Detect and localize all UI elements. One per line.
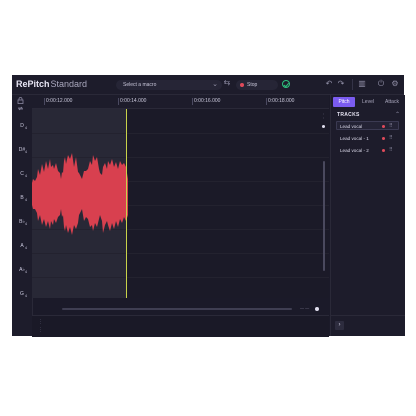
vertical-scrollbar[interactable] xyxy=(323,161,325,271)
undo-icon[interactable]: ↶ xyxy=(324,79,334,88)
note-ruler: D 4 D# 4 C 4 B 4 B♭ 4 A 4 A♭ 4 G 4 xyxy=(12,95,33,336)
redo-icon[interactable]: ↷ xyxy=(336,79,346,88)
time-tick: 0:00:18.000 xyxy=(265,98,295,105)
note-label: A xyxy=(20,243,24,249)
tab-pitch[interactable]: Pitch xyxy=(333,97,355,107)
note-octave: 4 xyxy=(25,222,27,226)
tab-level[interactable]: Level xyxy=(357,97,379,107)
track-item[interactable]: Lead vocal - 2 ⠿ xyxy=(336,145,399,154)
note-label: A♭ xyxy=(19,267,25,273)
stop-button[interactable]: Stop xyxy=(236,80,278,90)
note-octave: 4 xyxy=(25,150,27,154)
layout-icon[interactable]: ▥ xyxy=(357,79,367,88)
macro-select[interactable]: Select a macro ⌄ xyxy=(116,80,222,90)
note-label: G xyxy=(20,291,24,297)
time-tick: 0:00:16.000 xyxy=(191,98,221,105)
chevron-down-icon: ⌄ xyxy=(212,81,218,88)
drag-handle-icon[interactable]: ⋮ xyxy=(38,319,43,325)
zoom-slider-track[interactable]: — — xyxy=(300,305,309,310)
note-label: B♭ xyxy=(19,219,25,225)
record-arm-icon[interactable] xyxy=(382,124,385,128)
status-check-icon xyxy=(282,80,290,88)
time-ruler[interactable]: 0:00:12.000 0:00:14.000 0:00:16.000 0:00… xyxy=(32,95,329,109)
track-item[interactable]: Lead vocal - 1 ⠿ xyxy=(336,133,399,142)
lock-icon[interactable] xyxy=(17,97,24,104)
note-label: D# xyxy=(18,147,26,153)
track-name: Lead vocal - 1 xyxy=(340,135,369,141)
playhead[interactable] xyxy=(126,109,127,298)
note-octave: 4 xyxy=(25,294,27,298)
drag-handle-icon[interactable]: ⋮ xyxy=(38,327,43,333)
record-arm-icon[interactable] xyxy=(382,136,385,140)
toolbar: RePitchStandard Select a macro ⌄ ⇆ Stop … xyxy=(12,75,404,95)
drag-handle-icon[interactable]: ⠿ xyxy=(389,123,393,129)
track-name: Lead vocal - 2 xyxy=(340,147,369,153)
time-tick: 0:00:12.000 xyxy=(43,98,73,105)
note-label: B xyxy=(20,195,24,201)
tracks-heading: TRACKS xyxy=(337,112,360,118)
note-octave: 4 xyxy=(25,198,27,202)
swap-icon[interactable]: ⇆ xyxy=(222,78,232,90)
time-tick: 0:00:14.000 xyxy=(117,98,147,105)
loop-icon[interactable] xyxy=(17,105,24,112)
record-dot-icon xyxy=(240,83,244,87)
track-name: Lead vocal xyxy=(340,123,363,129)
chevron-right-icon[interactable]: › xyxy=(335,321,344,330)
stop-button-label: Stop xyxy=(247,82,258,88)
collapse-icon[interactable]: ⌃ xyxy=(395,111,400,118)
drag-handle-icon[interactable]: ⠿ xyxy=(389,147,393,153)
note-octave: 4 xyxy=(25,126,27,130)
zoom-slider-handle[interactable] xyxy=(315,307,319,311)
track-item[interactable]: Lead vocal ⠿ xyxy=(336,121,399,130)
power-icon[interactable]: ⏻ xyxy=(376,79,386,89)
vertical-zoom-marks: :: xyxy=(323,111,325,120)
pitch-editor-canvas[interactable]: :: xyxy=(32,109,329,298)
note-label: D xyxy=(20,123,24,129)
macro-select-label: Select a macro xyxy=(123,82,157,88)
record-arm-icon[interactable] xyxy=(382,148,385,152)
note-octave: 4 xyxy=(25,246,27,250)
inspector-panel: Pitch Level Attack TRACKS ⌃ Lead vocal ⠿… xyxy=(330,95,405,336)
app-title: RePitchStandard xyxy=(16,79,88,89)
note-octave: 4 xyxy=(25,174,27,178)
audio-waveform xyxy=(32,153,128,235)
note-octave: 4 xyxy=(25,270,27,274)
horizontal-scrollbar[interactable] xyxy=(62,308,292,310)
gear-icon[interactable]: ⚙ xyxy=(390,79,400,88)
toolbar-divider xyxy=(352,79,353,90)
vertical-zoom-handle[interactable] xyxy=(322,125,325,128)
drag-handle-icon[interactable]: ⠿ xyxy=(389,135,393,141)
panel-footer: › xyxy=(331,315,405,337)
repitch-app-window: RePitchStandard Select a macro ⌄ ⇆ Stop … xyxy=(12,75,405,337)
tab-attack[interactable]: Attack xyxy=(381,97,403,107)
bottom-lane: ⋮ ⋮ xyxy=(32,315,329,337)
note-label: C xyxy=(20,171,24,177)
